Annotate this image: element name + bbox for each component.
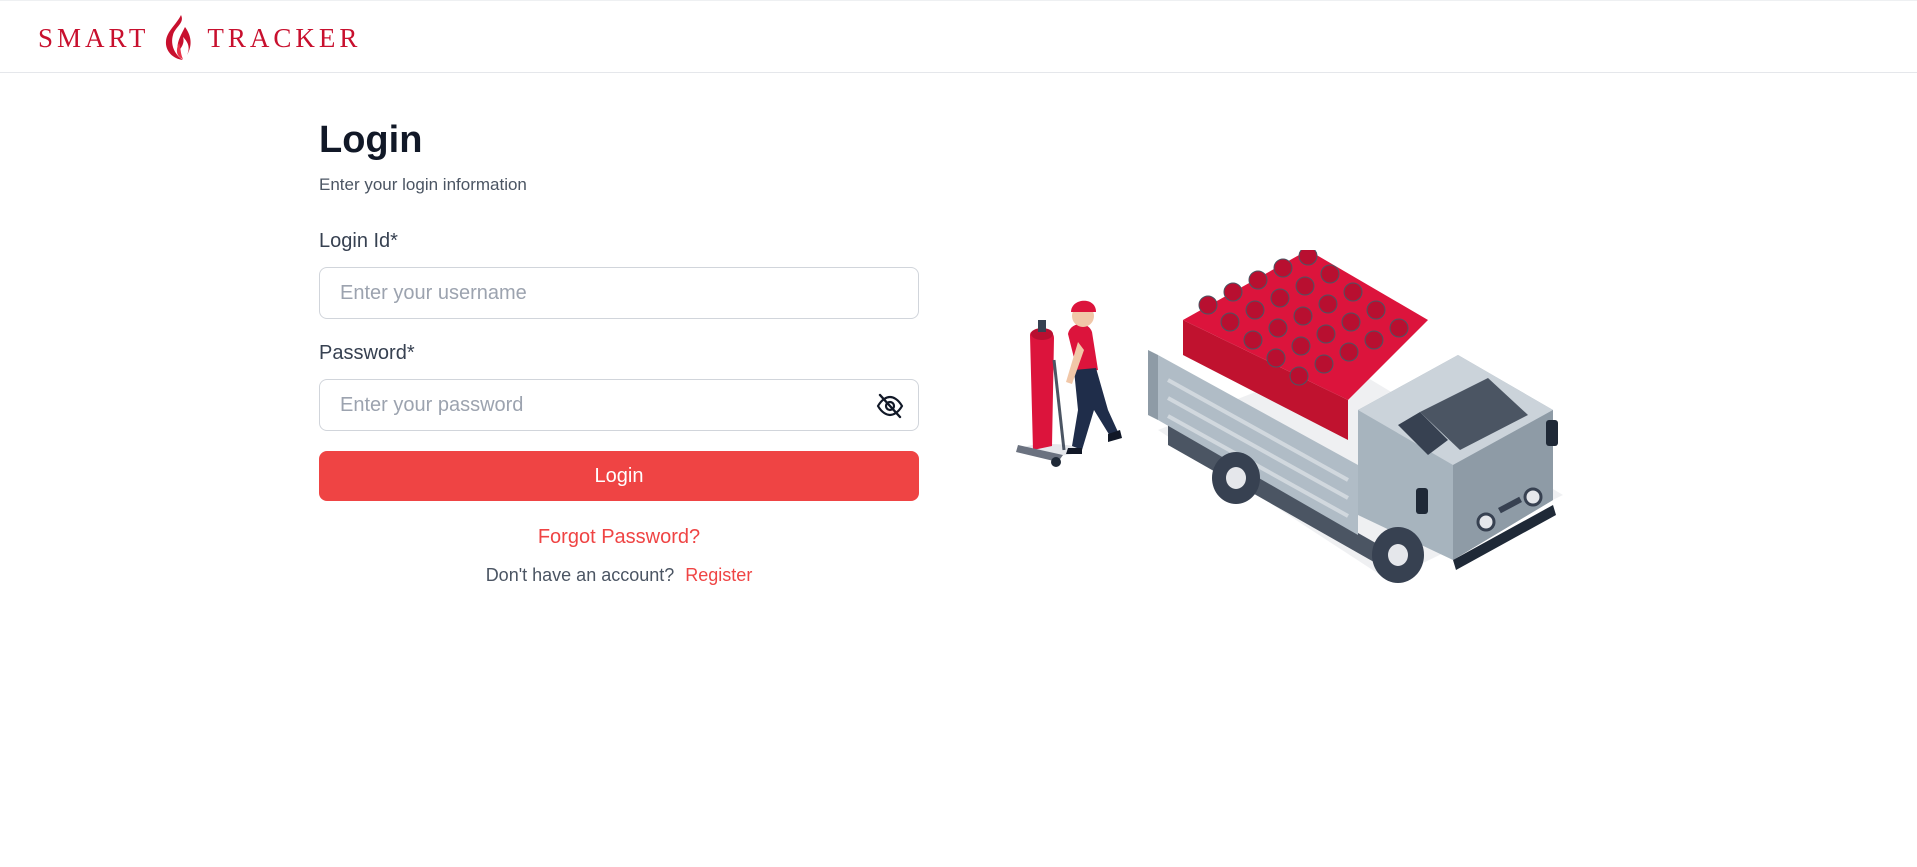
delivery-truck-illustration — [1016, 250, 1563, 583]
password-label: Password* — [319, 342, 415, 364]
forgot-password-row: Forgot Password? — [319, 526, 919, 549]
register-link[interactable]: Register — [685, 565, 752, 585]
truck — [1148, 250, 1563, 583]
top-header: SMART TRACKER — [0, 0, 1917, 73]
page-title: Login — [319, 119, 423, 161]
username-input[interactable] — [320, 268, 918, 318]
eye-off-icon[interactable] — [876, 393, 904, 419]
forgot-password-link[interactable]: Forgot Password? — [538, 526, 700, 548]
brand-logo[interactable]: SMART TRACKER — [38, 13, 361, 63]
worker-with-hand-truck — [1016, 300, 1122, 467]
brand-word-right: TRACKER — [207, 22, 362, 53]
password-field — [319, 379, 919, 431]
flame-icon — [166, 15, 192, 60]
register-row: Don't have an account? Register — [319, 565, 919, 586]
brand-word-left: SMART — [38, 22, 150, 53]
username-field — [319, 267, 919, 319]
password-input[interactable] — [320, 380, 918, 430]
no-account-text: Don't have an account? — [485, 565, 675, 585]
page-subtitle: Enter your login information — [319, 175, 527, 194]
login-id-label: Login Id* — [319, 230, 398, 252]
login-button[interactable]: Login — [319, 451, 919, 501]
